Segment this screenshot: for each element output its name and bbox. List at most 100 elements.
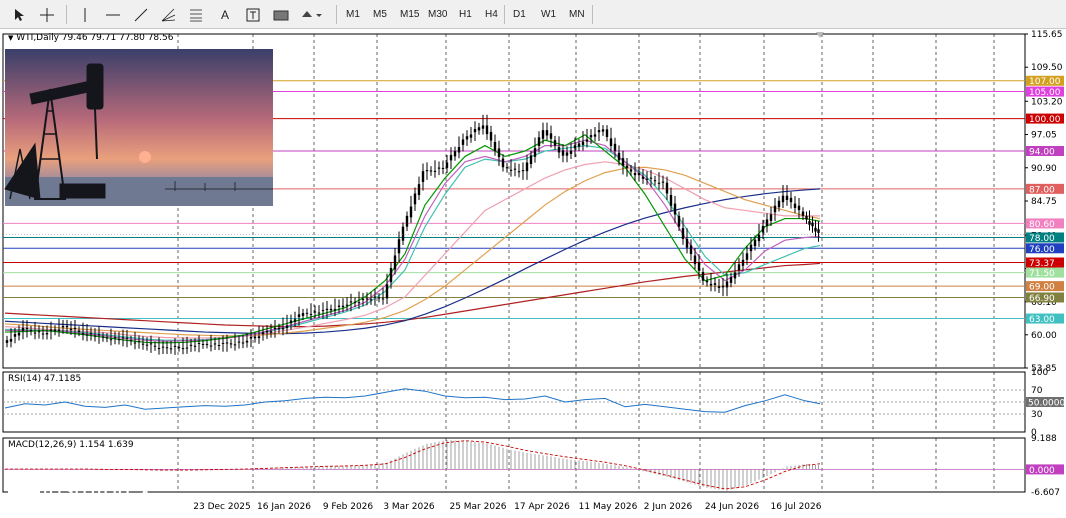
- price-bar-body: [101, 336, 105, 338]
- price-bar-body: [357, 302, 361, 304]
- price-bar-body: [61, 325, 65, 328]
- price-bar-body: [553, 140, 557, 146]
- price-bar-body: [185, 347, 189, 349]
- timeframe-w1[interactable]: W1: [537, 4, 560, 25]
- timeframe-d1[interactable]: D1: [509, 4, 530, 25]
- price-bar-body: [493, 142, 497, 151]
- price-bar-body: [233, 344, 237, 346]
- price-bar-body: [449, 154, 453, 161]
- price-bar-body: [181, 348, 185, 350]
- rsi-y-tick-label: 30: [1031, 410, 1043, 420]
- y-tick-label: 84.75: [1031, 197, 1057, 207]
- x-tick-label: 23 Dec 2025: [193, 502, 251, 512]
- price-bar-body: [457, 147, 461, 153]
- price-bar-body: [389, 268, 393, 283]
- cursor-icon[interactable]: [8, 4, 30, 25]
- price-bar-body: [81, 333, 85, 335]
- price-bar-body: [605, 129, 609, 137]
- timeframe-m15[interactable]: M15: [396, 4, 423, 25]
- y-tick-label: 109.50: [1031, 63, 1063, 73]
- price-bar-body: [121, 337, 125, 339]
- price-bar-body: [641, 176, 645, 179]
- price-bar-body: [549, 133, 553, 139]
- timeframe-h1[interactable]: H1: [455, 4, 476, 25]
- price-bar-body: [785, 195, 789, 201]
- timeframe-m5[interactable]: M5: [369, 4, 391, 25]
- vertical-line-icon[interactable]: [74, 4, 96, 25]
- text-label-icon[interactable]: [242, 4, 264, 25]
- timeframe-m30[interactable]: M30: [424, 4, 451, 25]
- price-bar-body: [217, 345, 221, 347]
- horizontal-line-icon[interactable]: [102, 4, 124, 25]
- price-bar-body: [637, 172, 641, 176]
- timeframe-h4[interactable]: H4: [481, 4, 502, 25]
- price-bar-body: [561, 150, 565, 156]
- fibonacci-retracement-icon[interactable]: [186, 4, 208, 25]
- price-bar-body: [117, 339, 121, 341]
- price-bar-body: [89, 333, 93, 335]
- fibonacci-fan-icon[interactable]: [158, 4, 180, 25]
- price-bar-body: [165, 347, 169, 349]
- price-bar-body: [13, 334, 17, 337]
- macd-value-label: 0.000: [1029, 466, 1055, 476]
- x-tick-label: 11 May 2026: [579, 502, 638, 512]
- price-bar-body: [37, 331, 41, 333]
- price-bar-body: [601, 129, 605, 132]
- price-bar-body: [705, 280, 709, 283]
- price-bar-body: [525, 162, 529, 172]
- price-bar-body: [497, 148, 501, 158]
- price-bar-body: [721, 285, 725, 288]
- price-bar-body: [345, 304, 349, 306]
- price-bar-body: [297, 314, 301, 318]
- x-tick-label: 17 Apr 2026: [514, 502, 570, 512]
- timeframe-mn[interactable]: MN: [565, 4, 589, 25]
- x-tick-label: 16 Jan 2026: [257, 502, 311, 512]
- y-tick-label: 115.65: [1031, 30, 1063, 40]
- price-bar-body: [801, 211, 805, 216]
- price-bar-body: [229, 343, 233, 345]
- price-bar-body: [125, 337, 129, 339]
- collapse-arrow-icon[interactable]: ▼: [8, 34, 13, 42]
- crosshair-icon[interactable]: [36, 4, 58, 25]
- trendline-icon[interactable]: [130, 4, 152, 25]
- price-bar-body: [617, 152, 621, 161]
- price-bar-body: [93, 335, 97, 337]
- price-bar-body: [581, 141, 585, 145]
- price-bar-body: [397, 239, 401, 254]
- price-bar-body: [249, 336, 253, 339]
- text-icon[interactable]: A: [214, 4, 236, 25]
- symbol-line: WTI,Daily 79.46 79.71 77.80 78.56: [16, 33, 174, 43]
- price-bar-body: [173, 345, 177, 347]
- symbol-header: ▼ WTI,Daily 79.46 79.71 77.80 78.56: [8, 33, 173, 43]
- price-bar-body: [509, 169, 513, 171]
- price-bar-body: [305, 312, 309, 314]
- price-bar-body: [209, 345, 213, 347]
- price-level-label: 80.60: [1029, 220, 1055, 230]
- price-bar-body: [429, 170, 433, 172]
- price-bar-body: [689, 245, 693, 255]
- price-bar-body: [353, 301, 357, 303]
- price-bar-body: [65, 325, 69, 328]
- price-bar-body: [413, 193, 417, 205]
- price-bar-body: [485, 125, 489, 135]
- shapes-dropdown-icon[interactable]: [300, 4, 322, 25]
- price-bar-body: [777, 200, 781, 208]
- price-bar-body: [513, 168, 517, 170]
- price-bar-body: [489, 131, 493, 141]
- price-bar-body: [701, 272, 705, 281]
- toolbar-separator: [336, 5, 337, 24]
- price-bar-body: [261, 332, 265, 335]
- price-bar-body: [477, 127, 481, 131]
- timeframe-m1[interactable]: M1: [342, 4, 364, 25]
- price-bar-body: [685, 238, 689, 248]
- price-bar-body: [597, 130, 601, 133]
- price-bar-body: [293, 319, 297, 322]
- price-bar-body: [17, 332, 21, 336]
- rectangle-icon[interactable]: [270, 4, 292, 25]
- price-bar-body: [29, 330, 33, 332]
- price-bar-body: [373, 296, 377, 298]
- price-bar-body: [69, 328, 73, 330]
- price-bar-body: [709, 283, 713, 286]
- price-bar-body: [613, 143, 617, 152]
- price-bar-body: [681, 228, 685, 239]
